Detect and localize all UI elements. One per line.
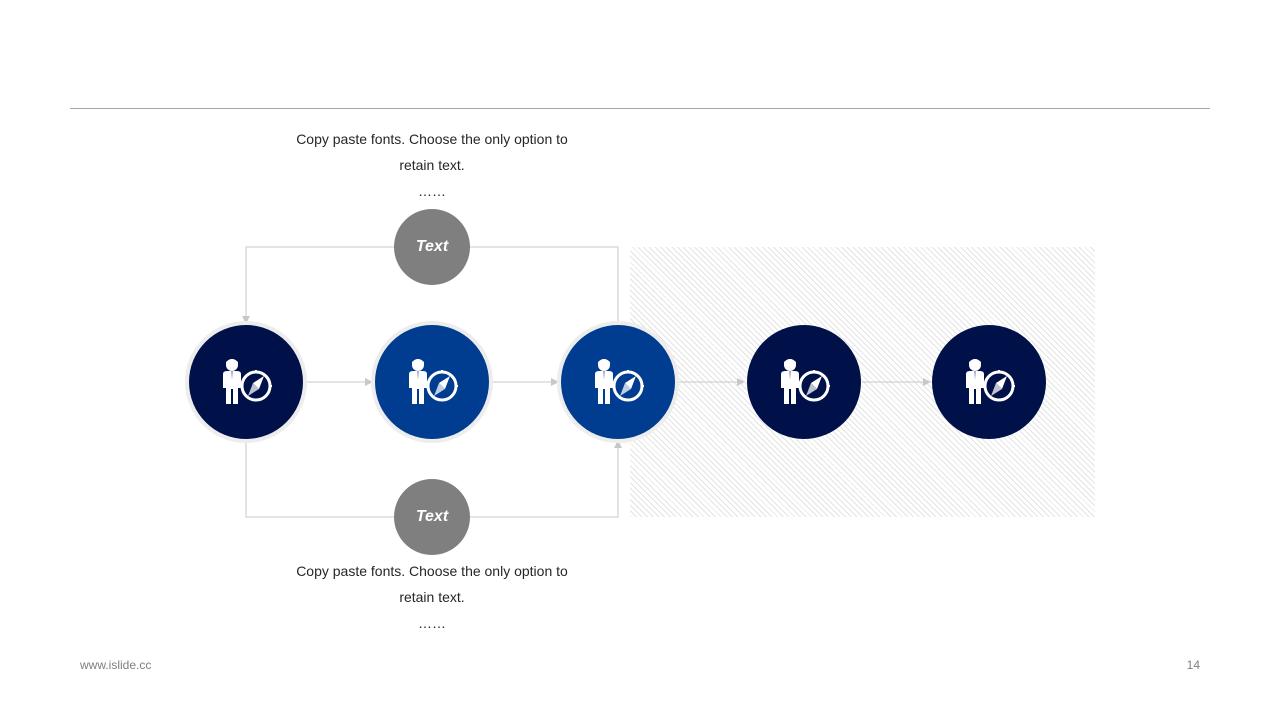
process-node-4 bbox=[747, 325, 861, 439]
top-caption-text: Copy paste fonts. Choose the only option… bbox=[296, 131, 568, 173]
top-caption-ellipsis: …… bbox=[418, 183, 446, 199]
person-with-compass-icon bbox=[779, 357, 832, 406]
process-node-5 bbox=[932, 325, 1046, 439]
bottom-caption-ellipsis: …… bbox=[418, 615, 446, 631]
bottom-caption: Copy paste fonts. Choose the only option… bbox=[282, 558, 582, 636]
bottom-text-bubble: Text bbox=[394, 479, 470, 555]
person-with-compass-icon bbox=[593, 357, 646, 406]
process-node-2 bbox=[375, 325, 489, 439]
person-with-compass-icon bbox=[964, 357, 1017, 406]
top-caption: Copy paste fonts. Choose the only option… bbox=[282, 126, 582, 204]
process-node-1 bbox=[189, 325, 303, 439]
process-node-3 bbox=[561, 325, 675, 439]
top-bubble-label: Text bbox=[415, 238, 449, 255]
person-with-compass-icon bbox=[407, 357, 460, 406]
page-number: 14 bbox=[1186, 658, 1200, 672]
top-text-bubble: Text bbox=[394, 209, 470, 285]
bottom-bubble-label: Text bbox=[415, 508, 449, 525]
person-with-compass-icon bbox=[221, 357, 274, 406]
footer-website: www.islide.cc bbox=[80, 658, 152, 672]
bottom-caption-text: Copy paste fonts. Choose the only option… bbox=[296, 563, 568, 605]
